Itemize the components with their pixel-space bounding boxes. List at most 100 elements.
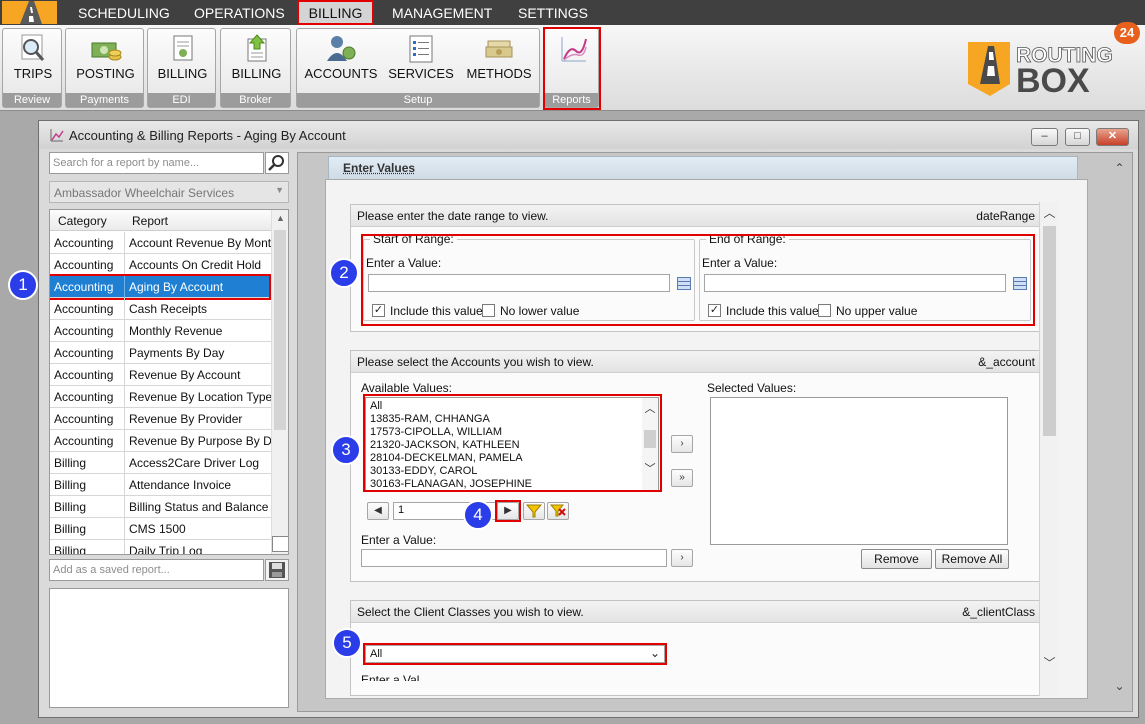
selected-values-label: Selected Values:	[707, 381, 797, 395]
accounts-value-input[interactable]	[361, 549, 667, 567]
report-row[interactable]: Accounting Revenue By Account	[50, 364, 272, 386]
accounts-prompt: Please select the Accounts you wish to v…	[357, 355, 594, 369]
parameters-scroll-thumb[interactable]	[1043, 226, 1056, 436]
accounts-button[interactable]: ACCOUNTS	[301, 29, 381, 95]
maximize-button[interactable]: □	[1065, 128, 1090, 146]
report-row[interactable]: Billing Attendance Invoice	[50, 474, 272, 496]
add-value-button[interactable]: ›	[671, 549, 693, 567]
scroll-corner[interactable]	[272, 536, 288, 552]
menu-management[interactable]: MANAGEMENT	[392, 0, 492, 25]
date-range-key: dateRange	[976, 209, 1035, 223]
ribbon-group-payments: POSTING Payments	[65, 28, 144, 108]
accounts-label: ACCOUNTS	[304, 66, 378, 81]
report-row[interactable]: Accounting Revenue By Provider	[50, 408, 272, 430]
menu-settings[interactable]: SETTINGS	[518, 0, 588, 25]
chevron-down-icon[interactable]: ⌄	[1110, 679, 1129, 693]
report-category: Billing	[54, 522, 87, 536]
scroll-thumb[interactable]	[274, 230, 286, 430]
broker-billing-button[interactable]: BILLING	[221, 29, 292, 95]
chevron-down-icon[interactable]: ﹀	[1040, 654, 1059, 671]
add-all-button[interactable]: »	[671, 469, 693, 487]
callout-badge-1: 1	[8, 270, 38, 300]
report-row[interactable]: Accounting Account Revenue By Month	[50, 232, 272, 254]
app-logo-icon[interactable]	[2, 1, 57, 24]
column-divider	[124, 518, 125, 540]
client-classes-key: &_clientClass	[962, 605, 1035, 619]
top-menu-bar: SCHEDULING OPERATIONS BILLING MANAGEMENT…	[0, 0, 1145, 25]
panel-scrollbar[interactable]: ⌃ ⌄	[1110, 159, 1129, 707]
reports-window: Accounting & Billing Reports - Aging By …	[38, 120, 1139, 718]
column-divider	[124, 320, 125, 342]
client-class-highlight	[363, 643, 667, 665]
services-list-icon	[409, 35, 433, 63]
edi-billing-button[interactable]: BILLING	[148, 29, 217, 95]
save-report-button[interactable]	[265, 559, 289, 581]
saved-reports-list[interactable]	[49, 588, 289, 708]
column-header-category[interactable]: Category	[58, 214, 107, 228]
scroll-up-icon[interactable]: ▲	[272, 213, 288, 223]
report-row[interactable]: Accounting Cash Receipts	[50, 298, 272, 320]
report-name: Attendance Invoice	[129, 478, 232, 492]
report-row[interactable]: Accounting Revenue By Location Type	[50, 386, 272, 408]
column-divider	[124, 430, 125, 452]
report-row[interactable]: Accounting Accounts On Credit Hold	[50, 254, 272, 276]
trips-button[interactable]: TRIPS	[3, 29, 63, 95]
report-row[interactable]: Billing Billing Status and Balance	[50, 496, 272, 518]
search-icon	[268, 155, 284, 171]
group-label-review: Review	[3, 93, 61, 107]
report-search-input[interactable]: Search for a report by name...	[49, 152, 264, 174]
close-button[interactable]: ✕	[1096, 128, 1129, 146]
report-row[interactable]: Accounting Monthly Revenue	[50, 320, 272, 342]
column-divider	[124, 386, 125, 408]
accounts-people-icon	[327, 36, 356, 61]
report-name: Payments By Day	[129, 346, 225, 360]
client-class-enter-label: Enter a Val	[361, 673, 420, 681]
available-values-highlight	[363, 394, 662, 492]
company-select[interactable]: Ambassador Wheelchair Services ▼	[49, 181, 289, 203]
menu-scheduling[interactable]: SCHEDULING	[78, 0, 170, 25]
menu-operations[interactable]: OPERATIONS	[194, 0, 285, 25]
remove-button[interactable]: Remove	[861, 549, 932, 569]
report-list-scrollbar[interactable]: ▲	[271, 210, 288, 554]
column-divider	[124, 408, 125, 430]
report-category: Accounting	[54, 434, 114, 448]
report-row[interactable]: Accounting Revenue By Purpose By D...	[50, 430, 272, 452]
services-button[interactable]: SERVICES	[383, 29, 459, 95]
chevron-up-icon[interactable]: ︿	[1040, 204, 1059, 221]
accounts-section: Please select the Accounts you wish to v…	[350, 350, 1042, 582]
report-name: Monthly Revenue	[129, 324, 223, 338]
filter-button[interactable]	[523, 502, 545, 520]
date-range-section: Please enter the date range to view. dat…	[350, 204, 1042, 332]
notification-badge[interactable]: 24	[1114, 22, 1140, 44]
menu-billing[interactable]: BILLING	[297, 0, 374, 25]
enter-values-body: Please enter the date range to view. dat…	[325, 179, 1088, 699]
add-selected-button[interactable]: ›	[671, 435, 693, 453]
posting-button[interactable]: POSTING	[66, 29, 145, 95]
parameters-scrollbar[interactable]: ︿ ﹀	[1039, 202, 1058, 696]
report-row[interactable]: Accounting Payments By Day	[50, 342, 272, 364]
methods-button[interactable]: METHODS	[461, 29, 537, 95]
prev-page-button[interactable]: ◀	[367, 502, 389, 520]
chevron-up-icon[interactable]: ⌃	[1110, 161, 1129, 175]
report-category: Accounting	[54, 324, 114, 338]
column-header-report[interactable]: Report	[132, 214, 168, 228]
client-classes-header: Select the Client Classes you wish to vi…	[351, 601, 1041, 623]
report-row[interactable]: Billing Daily Trip Log	[50, 540, 272, 554]
search-button[interactable]	[265, 152, 289, 174]
saved-report-input[interactable]: Add as a saved report...	[49, 559, 264, 581]
minimize-button[interactable]: –	[1031, 128, 1058, 146]
methods-cash-icon	[485, 40, 513, 58]
remove-all-button[interactable]: Remove All	[935, 549, 1009, 569]
enter-values-title[interactable]: Enter Values	[343, 161, 415, 175]
clear-filter-button[interactable]	[547, 502, 569, 520]
selected-report-highlight	[50, 274, 271, 300]
available-values-label: Available Values:	[361, 381, 452, 395]
report-parameters-panel: Enter Values Please enter the date range…	[297, 152, 1133, 712]
report-category: Accounting	[54, 412, 114, 426]
report-row[interactable]: Billing Access2Care Driver Log	[50, 452, 272, 474]
column-divider	[124, 474, 125, 496]
report-row[interactable]: Billing CMS 1500	[50, 518, 272, 540]
report-name: Billing Status and Balance	[129, 500, 269, 514]
selected-values-list[interactable]	[710, 397, 1008, 545]
accounts-header: Please select the Accounts you wish to v…	[351, 351, 1041, 373]
